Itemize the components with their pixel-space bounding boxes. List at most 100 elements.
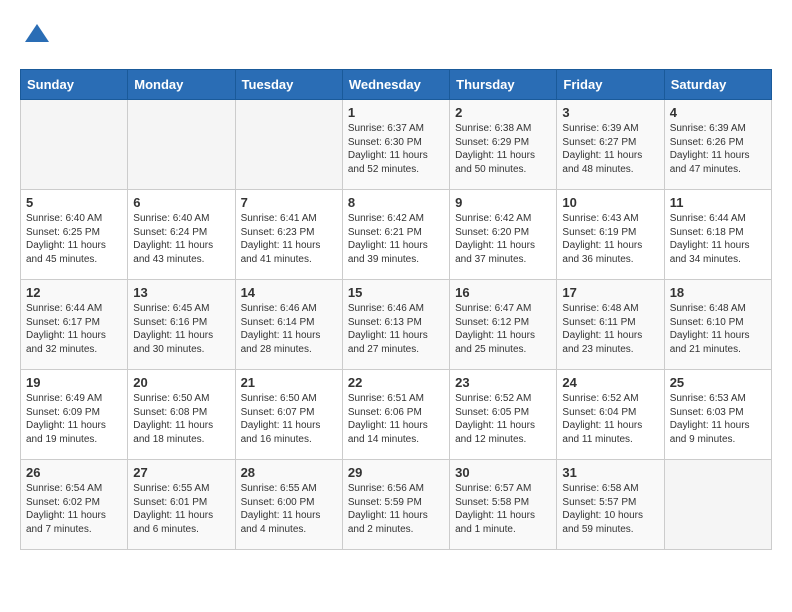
- cell-content-line: Sunrise: 6:46 AM: [348, 302, 444, 316]
- logo-icon: [23, 20, 51, 48]
- day-number: 29: [348, 465, 444, 480]
- day-number: 4: [670, 105, 766, 120]
- weekday-header-wednesday: Wednesday: [342, 70, 449, 100]
- cell-content-line: Sunset: 6:00 PM: [241, 496, 337, 510]
- day-number: 23: [455, 375, 551, 390]
- calendar-cell: 6 Sunrise: 6:40 AMSunset: 6:24 PMDaylight…: [128, 190, 235, 280]
- cell-content-line: Daylight: 11 hours and 4 minutes.: [241, 509, 337, 536]
- day-number: 16: [455, 285, 551, 300]
- cell-content-line: Daylight: 11 hours and 14 minutes.: [348, 419, 444, 446]
- calendar-header: SundayMondayTuesdayWednesdayThursdayFrid…: [21, 70, 772, 100]
- cell-content-line: Sunrise: 6:42 AM: [348, 212, 444, 226]
- cell-content-line: Daylight: 11 hours and 25 minutes.: [455, 329, 551, 356]
- cell-content-line: Sunset: 6:01 PM: [133, 496, 229, 510]
- cell-content-line: Daylight: 11 hours and 1 minute.: [455, 509, 551, 536]
- day-number: 9: [455, 195, 551, 210]
- cell-content-line: Sunrise: 6:55 AM: [133, 482, 229, 496]
- cell-content-line: Sunrise: 6:58 AM: [562, 482, 658, 496]
- cell-content-line: Sunrise: 6:40 AM: [26, 212, 122, 226]
- day-number: 21: [241, 375, 337, 390]
- cell-content-line: Sunrise: 6:50 AM: [133, 392, 229, 406]
- calendar-week-row: 1Sunrise: 6:37 AMSunset: 6:30 PMDaylight…: [21, 100, 772, 190]
- day-number: 17: [562, 285, 658, 300]
- cell-content-line: Sunset: 6:12 PM: [455, 316, 551, 330]
- calendar-cell: 16 Sunrise: 6:47 AMSunset: 6:12 PMDayligh…: [450, 280, 557, 370]
- cell-content-line: Daylight: 11 hours and 12 minutes.: [455, 419, 551, 446]
- calendar-cell: [664, 460, 771, 550]
- calendar-cell: 9Sunrise: 6:42 AMSunset: 6:20 PMDaylight…: [450, 190, 557, 280]
- cell-content-line: Sunrise: 6:44 AM: [670, 212, 766, 226]
- cell-content-line: Daylight: 11 hours and 47 minutes.: [670, 149, 766, 176]
- cell-content-line: Sunrise: 6:40 AM: [133, 212, 229, 226]
- calendar-cell: 27 Sunrise: 6:55 AMSunset: 6:01 PMDayligh…: [128, 460, 235, 550]
- day-number: 8: [348, 195, 444, 210]
- cell-content-line: Sunset: 5:59 PM: [348, 496, 444, 510]
- day-number: 25: [670, 375, 766, 390]
- cell-content-line: Sunset: 6:10 PM: [670, 316, 766, 330]
- calendar-cell: 21Sunrise: 6:50 AMSunset: 6:07 PMDayligh…: [235, 370, 342, 460]
- day-number: 2: [455, 105, 551, 120]
- cell-content-line: Daylight: 11 hours and 43 minutes.: [133, 239, 229, 266]
- weekday-header-saturday: Saturday: [664, 70, 771, 100]
- cell-content-line: Sunrise: 6:55 AM: [241, 482, 337, 496]
- day-number: 15: [348, 285, 444, 300]
- cell-content-line: Sunrise: 6:48 AM: [670, 302, 766, 316]
- day-number: 27: [133, 465, 229, 480]
- cell-content-line: Daylight: 11 hours and 52 minutes.: [348, 149, 444, 176]
- cell-content-line: Sunrise: 6:46 AM: [241, 302, 337, 316]
- cell-content-line: Sunset: 6:23 PM: [241, 226, 337, 240]
- cell-content-line: Sunrise: 6:43 AM: [562, 212, 658, 226]
- calendar-cell: 24Sunrise: 6:52 AMSunset: 6:04 PMDayligh…: [557, 370, 664, 460]
- calendar-cell: 17Sunrise: 6:48 AMSunset: 6:11 PMDayligh…: [557, 280, 664, 370]
- cell-content-line: Daylight: 11 hours and 19 minutes.: [26, 419, 122, 446]
- calendar-cell: 1Sunrise: 6:37 AMSunset: 6:30 PMDaylight…: [342, 100, 449, 190]
- cell-content-line: Sunset: 6:19 PM: [562, 226, 658, 240]
- cell-content-line: Sunrise: 6:41 AM: [241, 212, 337, 226]
- calendar-body: 1Sunrise: 6:37 AMSunset: 6:30 PMDaylight…: [21, 100, 772, 550]
- calendar-cell: 26Sunrise: 6:54 AMSunset: 6:02 PMDayligh…: [21, 460, 128, 550]
- cell-content-line: Sunrise: 6:45 AM: [133, 302, 229, 316]
- calendar-cell: 28 Sunrise: 6:55 AMSunset: 6:00 PMDayligh…: [235, 460, 342, 550]
- day-number: 12: [26, 285, 122, 300]
- calendar-cell: 3Sunrise: 6:39 AMSunset: 6:27 PMDaylight…: [557, 100, 664, 190]
- cell-content-line: Sunset: 6:06 PM: [348, 406, 444, 420]
- calendar-cell: [21, 100, 128, 190]
- cell-content-line: Sunset: 6:30 PM: [348, 136, 444, 150]
- cell-content-line: Sunrise: 6:48 AM: [562, 302, 658, 316]
- cell-content-line: Daylight: 11 hours and 11 minutes.: [562, 419, 658, 446]
- day-number: 14: [241, 285, 337, 300]
- cell-content-line: Sunset: 6:18 PM: [670, 226, 766, 240]
- cell-content-line: Daylight: 11 hours and 34 minutes.: [670, 239, 766, 266]
- cell-content-line: Sunset: 6:08 PM: [133, 406, 229, 420]
- cell-content-line: Sunrise: 6:38 AM: [455, 122, 551, 136]
- cell-content-line: Sunrise: 6:47 AM: [455, 302, 551, 316]
- day-number: 30: [455, 465, 551, 480]
- calendar-cell: 2Sunrise: 6:38 AMSunset: 6:29 PMDaylight…: [450, 100, 557, 190]
- calendar-cell: 19Sunrise: 6:49 AMSunset: 6:09 PMDayligh…: [21, 370, 128, 460]
- cell-content-line: Daylight: 11 hours and 48 minutes.: [562, 149, 658, 176]
- cell-content-line: Sunset: 6:17 PM: [26, 316, 122, 330]
- cell-content-line: Sunrise: 6:52 AM: [562, 392, 658, 406]
- calendar-cell: 25Sunrise: 6:53 AMSunset: 6:03 PMDayligh…: [664, 370, 771, 460]
- cell-content-line: Daylight: 11 hours and 6 minutes.: [133, 509, 229, 536]
- day-number: 19: [26, 375, 122, 390]
- day-number: 7: [241, 195, 337, 210]
- cell-content-line: Sunset: 6:03 PM: [670, 406, 766, 420]
- logo: [20, 20, 51, 53]
- day-number: 6: [133, 195, 229, 210]
- day-number: 28: [241, 465, 337, 480]
- calendar-cell: 14Sunrise: 6:46 AMSunset: 6:14 PMDayligh…: [235, 280, 342, 370]
- cell-content-line: Daylight: 11 hours and 21 minutes.: [670, 329, 766, 356]
- calendar-cell: 10Sunrise: 6:43 AMSunset: 6:19 PMDayligh…: [557, 190, 664, 280]
- calendar-cell: 11 Sunrise: 6:44 AMSunset: 6:18 PMDayligh…: [664, 190, 771, 280]
- day-number: 11: [670, 195, 766, 210]
- day-number: 22: [348, 375, 444, 390]
- cell-content-line: Sunrise: 6:37 AM: [348, 122, 444, 136]
- cell-content-line: Sunset: 6:04 PM: [562, 406, 658, 420]
- cell-content-line: Sunset: 6:11 PM: [562, 316, 658, 330]
- cell-content-line: Daylight: 11 hours and 2 minutes.: [348, 509, 444, 536]
- cell-content-line: Sunset: 6:24 PM: [133, 226, 229, 240]
- day-number: 13: [133, 285, 229, 300]
- calendar-cell: 5Sunrise: 6:40 AMSunset: 6:25 PMDaylight…: [21, 190, 128, 280]
- calendar-cell: 30Sunrise: 6:57 AMSunset: 5:58 PMDayligh…: [450, 460, 557, 550]
